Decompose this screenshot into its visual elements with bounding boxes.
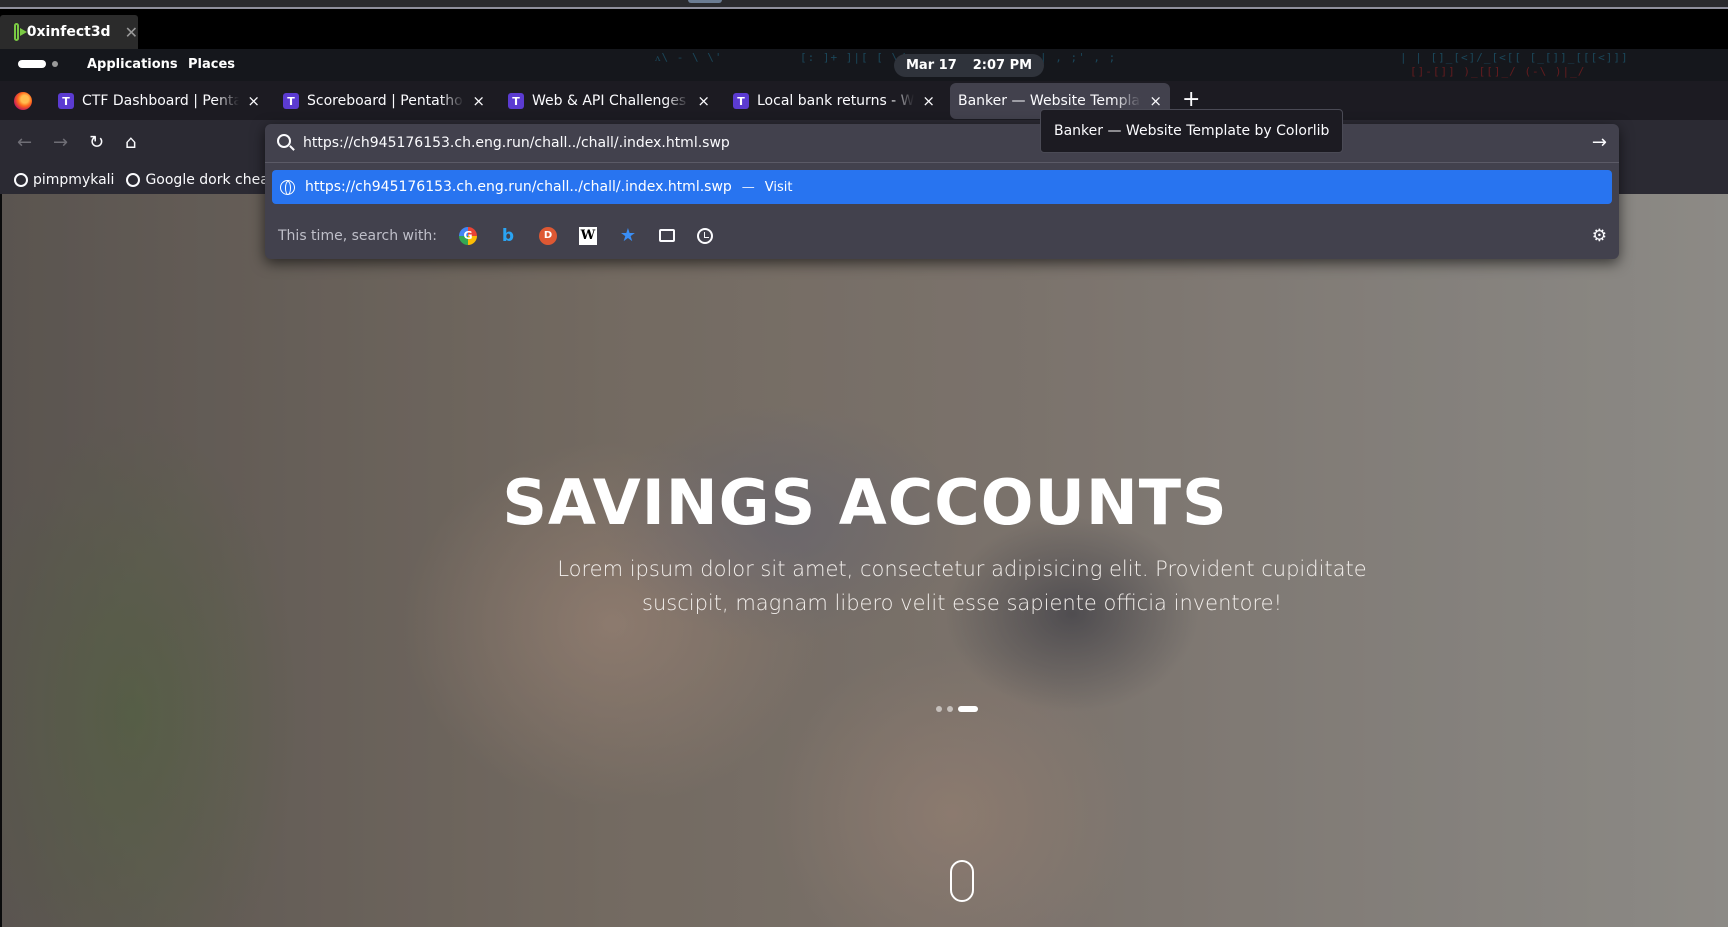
places-menu[interactable]: Places — [188, 57, 235, 72]
tab-title: Local bank returns - Web — [757, 93, 915, 109]
suggestion-separator: — — [741, 179, 755, 195]
bookmarks-icon[interactable]: ★ — [619, 225, 637, 246]
hero-overlay: SAVINGS ACCOUNTS Lorem ipsum dolor sit a… — [2, 194, 1728, 927]
clock-date: Mar 17 — [906, 58, 957, 73]
pentathon-favicon-icon: T — [58, 93, 74, 109]
tab-close-icon[interactable]: × — [247, 92, 260, 110]
hero-title: SAVINGS ACCOUNTS — [502, 466, 1228, 539]
tab-scoreboard[interactable]: T Scoreboard | Pentathon CTF × — [275, 83, 493, 119]
carousel-dot[interactable] — [947, 706, 953, 712]
forward-button[interactable]: → — [53, 133, 68, 153]
gnome-top-bar: ᴧ\ - \ \' [: ]+ ]|[ [ \/ ; | , ;' , ; | … — [0, 49, 1728, 81]
tab-web-api-challenges[interactable]: T Web & API Challenges | Pentathon × — [500, 83, 718, 119]
github-icon — [14, 173, 28, 187]
search-with-row: This time, search with: G b D W ★ ⚙ — [265, 212, 1619, 259]
tabs-icon[interactable] — [658, 229, 675, 242]
wallpaper-glyphs: | | []_[<]/_[<[[ [_[]]_[[[<]]] — [1400, 51, 1629, 64]
suggestion-action: Visit — [764, 179, 793, 195]
home-button[interactable]: ⌂ — [125, 133, 136, 153]
github-icon — [126, 173, 141, 187]
urlbar-dropdown: → https://ch945176153.ch.eng.run/chall..… — [265, 124, 1619, 259]
go-arrow-icon[interactable]: → — [1592, 132, 1607, 153]
tab-tooltip: Banker — Website Template by Colorlib — [1040, 109, 1344, 153]
page-hero: SAVINGS ACCOUNTS Lorem ipsum dolor sit a… — [2, 194, 1728, 927]
vm-titlebar: 0xinfect3d ✕ — [0, 9, 1728, 49]
tab-strip: T CTF Dashboard | Pentathon × T Scoreboa… — [0, 81, 1728, 120]
vm-tab-close-icon[interactable]: ✕ — [125, 23, 138, 42]
pentathon-favicon-icon: T — [508, 93, 524, 109]
google-icon[interactable]: G — [458, 226, 477, 245]
carousel-dot[interactable] — [936, 706, 942, 712]
tab-title: Web & API Challenges | Pentathon — [532, 93, 689, 109]
url-input[interactable] — [303, 130, 1543, 156]
reload-button[interactable]: ↻ — [89, 133, 104, 153]
tab-title: Banker — Website Template by Colorlib — [958, 93, 1141, 109]
bing-icon[interactable]: b — [499, 226, 517, 246]
history-icon[interactable] — [696, 227, 713, 244]
carousel-dots — [936, 706, 978, 712]
vm-top-notch — [688, 0, 722, 3]
wikipedia-icon[interactable]: W — [578, 226, 597, 245]
vm-top-strip — [0, 0, 1728, 9]
clock-time: 2:07 PM — [972, 58, 1033, 73]
wallpaper-glyphs: | , ;' , ; — [1040, 51, 1117, 64]
tab-close-icon[interactable]: × — [922, 92, 935, 110]
carousel-dot-active[interactable] — [958, 706, 978, 712]
tab-title: Scoreboard | Pentathon CTF — [307, 93, 464, 109]
vm-tab[interactable]: 0xinfect3d ✕ — [0, 15, 138, 49]
duckduckgo-icon[interactable]: D — [538, 226, 557, 245]
wallpaper-glyphs: ᴧ\ - \ \' — [655, 51, 723, 64]
globe-icon — [280, 179, 295, 195]
firefox-icon[interactable] — [14, 92, 32, 110]
tab-close-icon[interactable]: × — [472, 92, 485, 110]
tab-ctf-dashboard[interactable]: T CTF Dashboard | Pentathon × — [50, 83, 268, 119]
clock[interactable]: Mar 17 2:07 PM — [894, 54, 1045, 77]
back-button[interactable]: ← — [17, 133, 32, 153]
pentathon-favicon-icon: T — [733, 93, 749, 109]
vm-console-icon — [14, 23, 27, 41]
tab-local-bank-returns[interactable]: T Local bank returns - Web × — [725, 83, 943, 119]
urlbar-input-row: → — [265, 124, 1619, 162]
workspace-dot-icon — [52, 61, 58, 67]
vm-tab-label: 0xinfect3d — [26, 24, 111, 40]
pentathon-favicon-icon: T — [283, 93, 299, 109]
wallpaper-glyphs: []-[]] )_[[]_/ (-\ )|_/ — [1410, 65, 1586, 78]
bookmark-pimpmykali[interactable]: pimpmykali — [14, 172, 114, 188]
tab-close-icon[interactable]: × — [1149, 92, 1162, 110]
activities-indicator[interactable] — [18, 60, 58, 68]
bookmark-label: pimpmykali — [33, 172, 115, 188]
divider — [265, 162, 1619, 163]
workspace-pill-icon — [18, 60, 46, 68]
url-suggestion-row[interactable]: https://ch945176153.ch.eng.run/chall../c… — [272, 170, 1612, 204]
applications-menu[interactable]: Applications — [87, 57, 178, 72]
search-with-label: This time, search with: — [278, 227, 437, 244]
scroll-down-icon[interactable] — [950, 860, 974, 902]
search-icon — [277, 134, 291, 148]
suggestion-url: https://ch945176153.ch.eng.run/chall../c… — [305, 179, 732, 195]
tab-close-icon[interactable]: × — [697, 92, 710, 110]
hero-subtitle: Lorem ipsum dolor sit amet, consectetur … — [557, 557, 1367, 615]
tab-title: CTF Dashboard | Pentathon — [82, 93, 240, 109]
gear-icon[interactable]: ⚙ — [1592, 226, 1607, 246]
